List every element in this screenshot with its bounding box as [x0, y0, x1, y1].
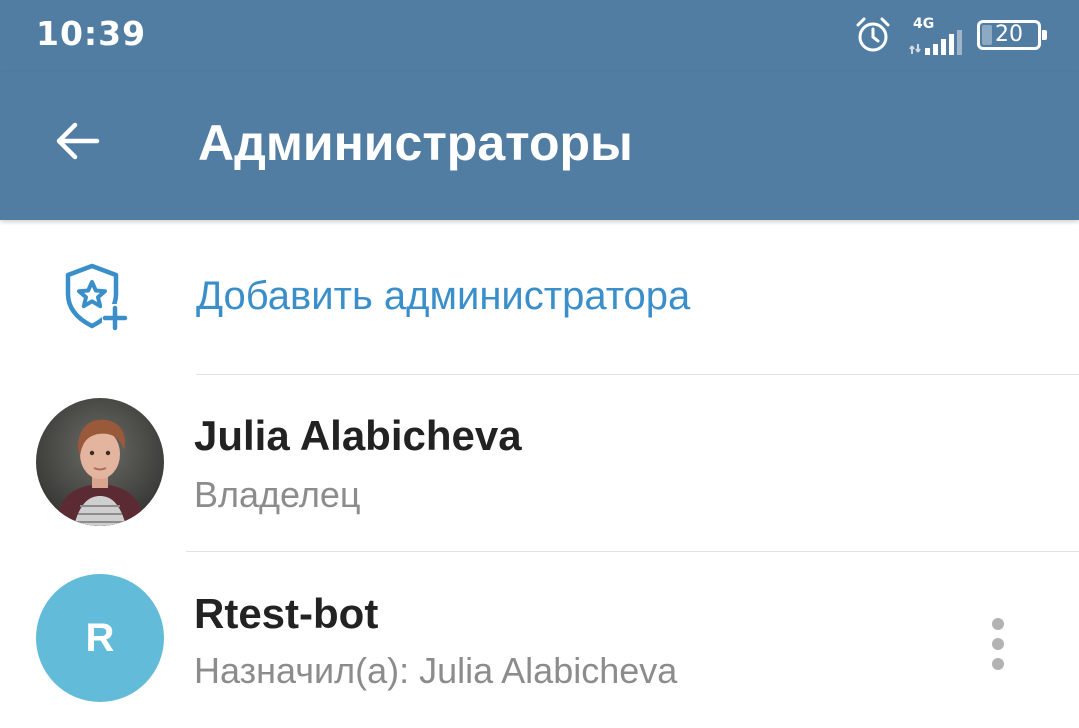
more-dot [992, 638, 1004, 650]
battery-level: 20 [995, 22, 1023, 47]
add-admin-button[interactable]: Добавить администратора [0, 222, 1079, 374]
avatar-letter: R [36, 574, 164, 702]
list-item[interactable]: R Rtest-bot Назначил(а): Julia Alabichev… [0, 552, 1079, 728]
avatar: R [36, 574, 164, 702]
page-title: Администраторы [198, 115, 633, 171]
member-name: Rtest-bot [194, 590, 379, 637]
status-bar: 10:39 4G 20 [0, 0, 1079, 72]
more-options-button[interactable] [980, 614, 1016, 674]
battery-icon: 20 [977, 20, 1047, 50]
divider [196, 374, 1079, 375]
more-dot [992, 658, 1004, 670]
back-button[interactable] [44, 108, 110, 174]
shield-star-plus-icon [65, 263, 128, 331]
member-name: Julia Alabicheva [194, 412, 522, 459]
add-admin-label: Добавить администратора [196, 274, 691, 318]
arrow-left-icon [56, 122, 100, 160]
avatar [36, 398, 164, 526]
status-time: 10:39 [36, 14, 147, 53]
list-item[interactable]: Julia Alabicheva Владелец [0, 376, 1079, 552]
signal-icon: 4G [909, 16, 969, 56]
alarm-icon [856, 17, 890, 52]
more-dots-icon [992, 618, 1004, 630]
member-role: Владелец [194, 474, 361, 515]
member-role: Назначил(а): Julia Alabicheva [194, 650, 678, 691]
app-bar: Администраторы [0, 72, 1079, 220]
